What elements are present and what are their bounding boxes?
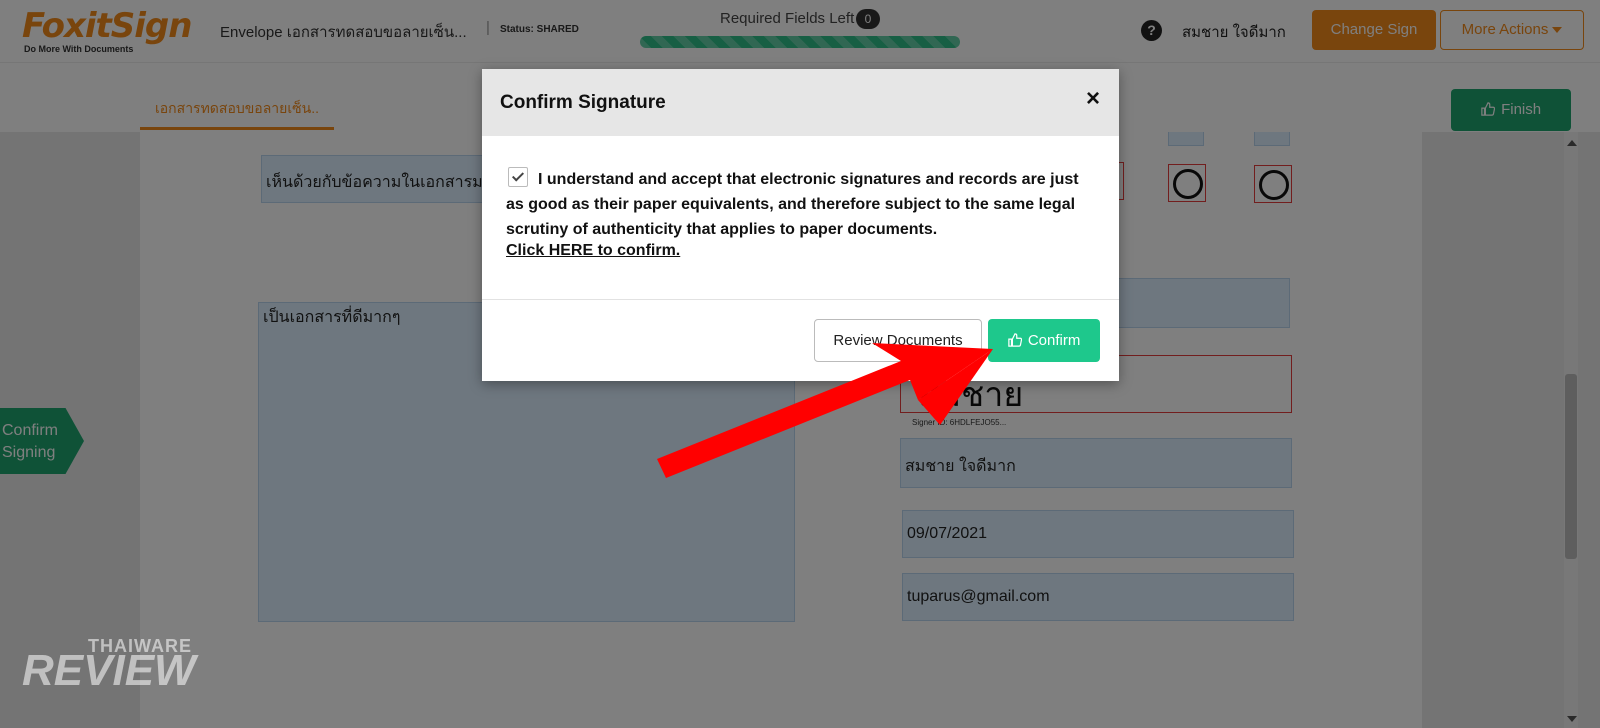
dialog-header: Confirm Signature × [482,69,1119,136]
confirm-label: Confirm [1027,332,1081,349]
confirm-signature-dialog: Confirm Signature × I understand and acc… [482,69,1119,381]
watermark-word: REVIEW [22,646,196,695]
confirm-button[interactable]: Confirm [988,319,1100,362]
dialog-title: Confirm Signature [500,92,666,113]
review-documents-button[interactable]: Review Documents [814,319,982,362]
thumbs-up-icon [1007,333,1022,347]
consent-text: I understand and accept that electronic … [506,171,1079,238]
thaiware-review-watermark: THAIWARE REVIEW [8,628,238,718]
dialog-divider [482,299,1119,300]
confirm-link[interactable]: Click HERE to confirm. [506,242,680,260]
close-icon[interactable]: × [1086,85,1100,113]
